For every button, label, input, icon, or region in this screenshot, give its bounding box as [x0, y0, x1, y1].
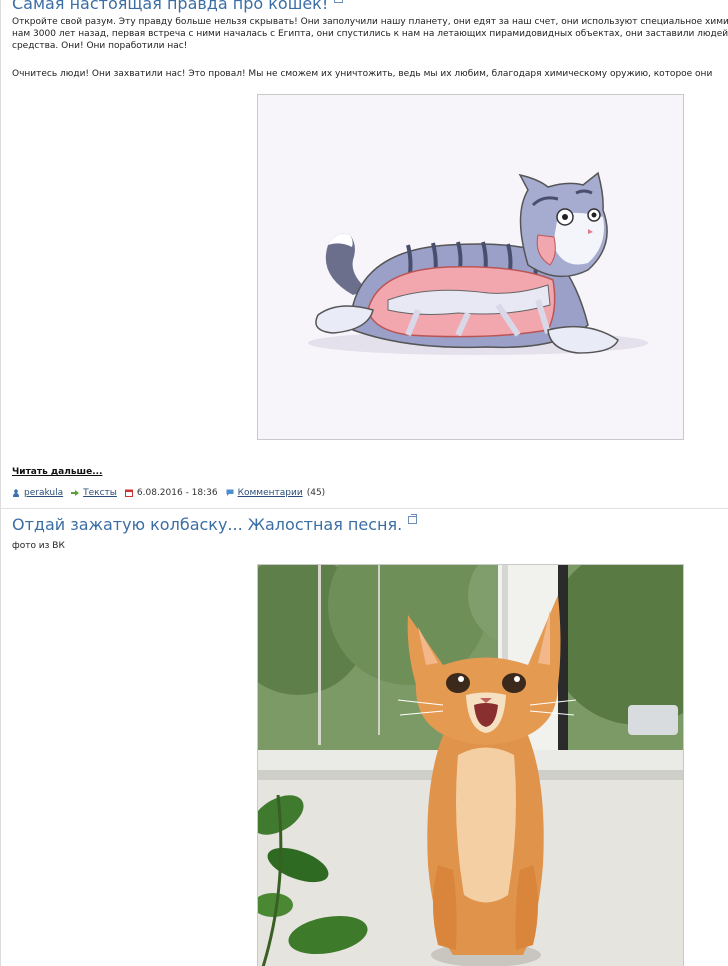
arrow-right-icon — [71, 490, 80, 496]
kitten-photo — [258, 565, 683, 966]
post-date: 6.08.2016 - 18:36 — [136, 488, 218, 498]
post-image-kitten[interactable] — [257, 564, 684, 966]
category-link[interactable]: Тексты — [83, 488, 117, 498]
comment-icon — [226, 489, 234, 496]
body-line: средства. Они! Они поработили нас! — [12, 41, 188, 51]
external-link-icon[interactable] — [408, 514, 418, 524]
body-line: нам 3000 лет назад, первая встреча с ним… — [12, 29, 728, 39]
body-line: Откройте свой разум. Эту правду больше н… — [12, 17, 728, 27]
page: Самая настоящая правда про кошек! Открой… — [0, 0, 728, 966]
external-link-icon[interactable] — [334, 0, 344, 3]
cat-anatomy-illustration — [308, 171, 648, 355]
post-title[interactable]: Самая настоящая правда про кошек! — [12, 0, 344, 13]
post-title-text[interactable]: Отдай зажатую колбаску... Жалостная песн… — [12, 515, 402, 534]
user-icon — [13, 489, 19, 497]
left-border — [0, 0, 1, 966]
post-title[interactable]: Отдай зажатую колбаску... Жалостная песн… — [12, 514, 418, 534]
post-image-cat-anatomy[interactable] — [257, 94, 684, 440]
comments-link[interactable]: Комментарии — [238, 488, 303, 498]
calendar-icon — [124, 489, 133, 497]
post-meta: perakula Тексты 6.08.2016 - 18:36 Коммен… — [12, 488, 325, 498]
post-divider — [0, 508, 728, 509]
post-title-text[interactable]: Самая настоящая правда про кошек! — [12, 0, 328, 13]
comments-count: (45) — [306, 488, 326, 498]
post-body: Откройте свой разум. Эту правду больше н… — [12, 16, 728, 80]
body-line — [12, 52, 728, 64]
read-more-link[interactable]: Читать дальше... — [12, 467, 102, 477]
body-line: Очнитесь люди! Они захватили нас! Это пр… — [12, 69, 713, 79]
post-caption: фото из ВК — [12, 541, 65, 551]
author-link[interactable]: perakula — [24, 488, 63, 498]
